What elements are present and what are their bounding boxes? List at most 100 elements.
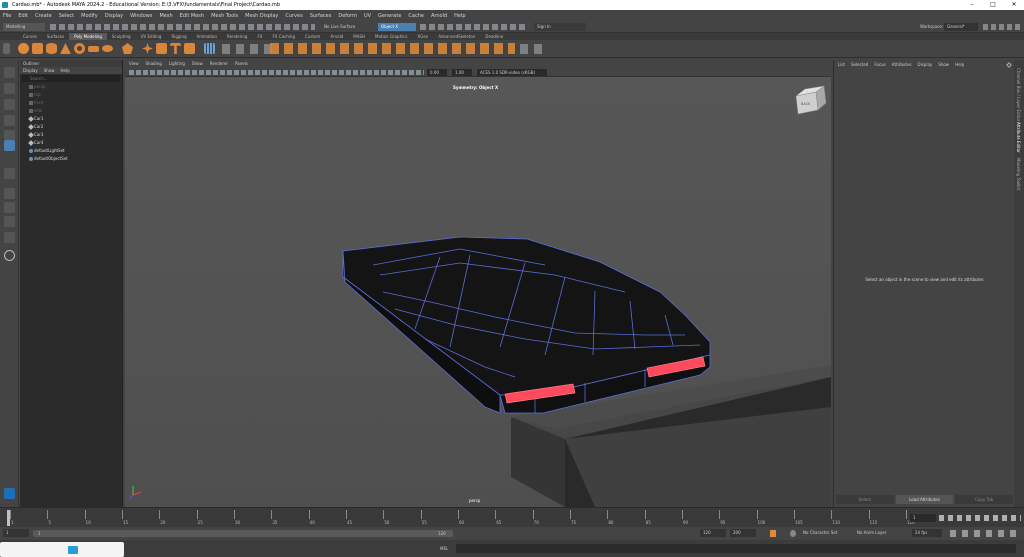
menu-generate[interactable]: Generate (378, 13, 401, 19)
menu-create[interactable]: Create (35, 13, 52, 19)
shelf-tab-xgen[interactable]: XGen (413, 33, 434, 40)
sweep-mesh-icon[interactable] (156, 43, 167, 54)
move-tool-icon[interactable] (4, 115, 15, 126)
shelf-tab-sculpting[interactable]: Sculpting (107, 33, 136, 40)
shelf-tab-rigging[interactable]: Rigging (166, 33, 191, 40)
car-model[interactable] (342, 236, 711, 414)
outliner-item[interactable]: front (20, 99, 122, 107)
menu-modify[interactable]: Modify (81, 13, 98, 19)
shelf-tab-animation[interactable]: Animation (192, 33, 222, 40)
viewport-menu-renderer[interactable]: Renderer (210, 60, 228, 68)
menu-arnold[interactable]: Arnold (431, 13, 447, 19)
copy-tab-button[interactable]: Copy Tab (955, 495, 1014, 504)
far-clip-field[interactable]: 1.00 (452, 69, 472, 76)
viewport-menu-show[interactable]: Show (192, 60, 203, 68)
outliner-item[interactable]: Car2 (20, 123, 122, 131)
mel-command-input[interactable] (456, 544, 1016, 553)
menu-edit[interactable]: Edit (18, 13, 28, 19)
shelf-tab-advancedskeleton[interactable]: AdvancedSkeleton (433, 33, 480, 40)
shelf-tab-surfaces[interactable]: Surfaces (42, 33, 69, 40)
attr-menu-show[interactable]: Show (938, 60, 949, 70)
select-button[interactable]: Select (836, 495, 894, 504)
attr-menu-selected[interactable]: Selected (851, 60, 868, 70)
menu-cache[interactable]: Cache (408, 13, 424, 19)
paint-select-icon[interactable] (4, 99, 15, 110)
outliner-item[interactable]: defaultObjectSet (20, 155, 122, 163)
attr-menu-list[interactable]: List (838, 60, 845, 70)
range-slider[interactable] (33, 530, 453, 537)
poly-cone-icon[interactable] (60, 43, 71, 54)
side-tab-attribute-editor[interactable]: Attribute Editor (1016, 122, 1021, 153)
outliner-item[interactable]: defaultLightSet (20, 147, 122, 155)
shelf-tab-fx-caching[interactable]: FX Caching (268, 33, 300, 40)
close-button[interactable]: ✕ (1004, 0, 1024, 10)
viewport-menu-lighting[interactable]: Lighting (169, 60, 185, 68)
platonic-solid-icon[interactable] (122, 43, 133, 54)
symmetry-field[interactable]: Object X (378, 23, 416, 31)
range-end-field[interactable]: 120 (700, 529, 726, 537)
range-start-field[interactable]: 1 (3, 529, 29, 537)
side-tab-channel-box[interactable]: Channel Box / Layer Editor (1016, 68, 1021, 121)
character-set-dropdown[interactable]: No Character Set (800, 529, 848, 537)
poly-cylinder-icon[interactable] (46, 43, 57, 54)
menu-uv[interactable]: UV (364, 13, 371, 19)
select-tool-icon[interactable] (4, 67, 15, 78)
poly-cube-icon[interactable] (32, 43, 43, 54)
colorspace-dropdown[interactable]: ACES 1.0 SDR-video (sRGB) (477, 69, 547, 76)
maximize-button[interactable]: □ (983, 0, 1003, 10)
outliner-item[interactable]: top (20, 91, 122, 99)
viewport-menu-shading[interactable]: Shading (146, 60, 162, 68)
mel-label[interactable]: MEL (440, 546, 448, 551)
sign-in-dropdown[interactable]: Sign In (534, 23, 586, 31)
viewport-menu-view[interactable]: View (129, 60, 139, 68)
menu-windows[interactable]: Windows (130, 13, 152, 19)
outliner-menu-show[interactable]: Show (44, 67, 55, 74)
character-set-icon[interactable] (790, 530, 796, 537)
outliner-layout-icon[interactable] (4, 232, 15, 243)
lasso-tool-icon[interactable] (4, 83, 15, 94)
shelf-tab-uv-editing[interactable]: UV Editing (136, 33, 167, 40)
outliner-item[interactable]: Car3 (20, 131, 122, 139)
poly-torus-icon[interactable] (74, 43, 85, 54)
shelf-tab-motion-graphics[interactable]: Motion Graphics (370, 33, 413, 40)
fps-dropdown[interactable]: 24 fps (912, 529, 942, 537)
outliner-item[interactable]: persp (20, 83, 122, 91)
shelf-tab-curves[interactable]: Curves (18, 33, 42, 40)
mode-dropdown[interactable]: Modelling (3, 23, 45, 31)
anim-end-field[interactable]: 200 (730, 529, 756, 537)
search-icon[interactable] (4, 250, 15, 261)
attr-menu-attributes[interactable]: Attributes (892, 60, 912, 70)
outliner-item[interactable]: side (20, 107, 122, 115)
uv-editor-icon[interactable] (204, 43, 215, 54)
near-clip-field[interactable]: 0.00 (427, 69, 447, 76)
last-tool-icon[interactable] (4, 168, 15, 179)
menu-display[interactable]: Display (105, 13, 123, 19)
attr-menu-display[interactable]: Display (918, 60, 933, 70)
anim-layer-dropdown[interactable]: No Anim Layer (854, 529, 908, 537)
type-tool-icon[interactable] (170, 43, 181, 54)
outliner-menu-display[interactable]: Display (23, 67, 38, 74)
menu-file[interactable]: File (3, 13, 11, 19)
time-slider[interactable]: 1 5 10 15 20 25 30 35 40 45 50 55 60 65 70 75 80 85 90 95 10… (0, 507, 1024, 527)
shelf-tab-mash[interactable]: MASH (348, 33, 370, 40)
four-view-icon[interactable] (4, 202, 15, 213)
shelf-tab-rendering[interactable]: Rendering (222, 33, 252, 40)
menu-edit-mesh[interactable]: Edit Mesh (180, 13, 204, 19)
side-tab-modeling-toolkit[interactable]: Modeling Toolkit (1016, 158, 1021, 190)
current-time-indicator[interactable] (7, 510, 10, 526)
3d-viewport[interactable]: BACK Symmetry: Object X persp (125, 77, 831, 507)
shelf-tab-custom[interactable]: Custom (300, 33, 325, 40)
view-cube[interactable] (795, 85, 827, 115)
poly-sphere-icon[interactable] (18, 43, 29, 54)
menu-curves[interactable]: Curves (285, 13, 302, 19)
menu-select[interactable]: Select (59, 13, 74, 19)
menu-help[interactable]: Help (454, 13, 465, 19)
menu-mesh-display[interactable]: Mesh Display (245, 13, 278, 19)
attr-menu-help[interactable]: Help (955, 60, 964, 70)
shelf-tab-poly-modeling[interactable]: Poly Modeling (69, 33, 107, 40)
viewport-menu-panels[interactable]: Panels (235, 60, 248, 68)
workspace-dropdown[interactable]: General* (944, 23, 978, 31)
outliner-item[interactable]: Car4 (20, 139, 122, 147)
live-surface-label[interactable]: No Live Surface (324, 24, 355, 29)
menu-mesh[interactable]: Mesh (159, 13, 172, 19)
